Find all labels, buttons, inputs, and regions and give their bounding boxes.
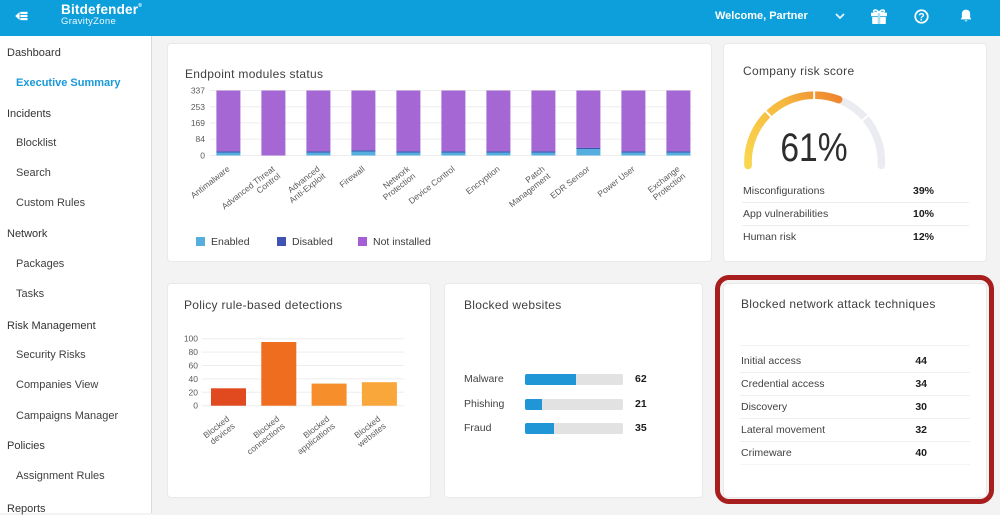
svg-text:169: 169 [191,118,205,128]
svg-text:337: 337 [191,86,205,96]
svg-text:Encryption: Encryption [464,164,502,197]
svg-text:40: 40 [189,374,199,384]
svg-text:PatchManagement: PatchManagement [501,163,552,209]
svg-text:0: 0 [193,401,198,411]
svg-text:84: 84 [196,134,206,144]
svg-text:Blockeddevices: Blockeddevices [201,414,237,448]
svg-text:60: 60 [189,361,199,371]
svg-text:253: 253 [191,102,205,112]
svg-text:Antimalware: Antimalware [189,164,232,201]
svg-text:AdvancedAnti-Exploit: AdvancedAnti-Exploit [282,163,328,205]
svg-text:0: 0 [200,151,205,161]
svg-text:Blockedconnections: Blockedconnections [239,414,287,457]
svg-text:ExchangeProtection: ExchangeProtection [645,164,687,203]
svg-text:20: 20 [189,387,199,397]
svg-text:?: ? [918,11,924,23]
svg-text:Power User: Power User [595,164,636,199]
svg-text:Blockedapplications: Blockedapplications [290,414,337,457]
svg-text:EDR Sensor: EDR Sensor [548,164,592,201]
svg-text:Device Control: Device Control [407,164,457,206]
svg-text:80: 80 [189,347,199,357]
svg-text:100: 100 [184,334,198,344]
svg-text:Firewall: Firewall [337,164,366,190]
svg-text:Blockedwebsites: Blockedwebsites [349,414,388,450]
